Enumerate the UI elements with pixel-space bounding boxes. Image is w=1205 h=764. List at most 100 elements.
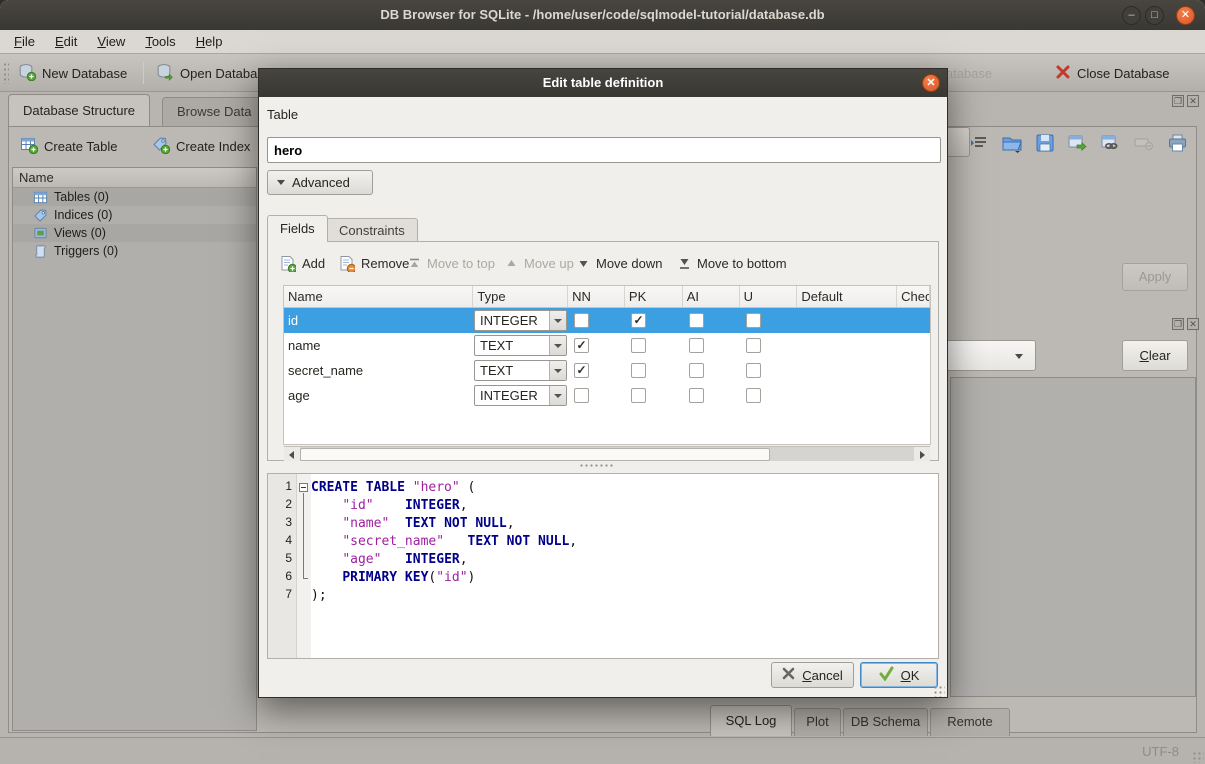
close-database-icon — [1055, 64, 1071, 83]
tab-constraints[interactable]: Constraints — [326, 218, 418, 242]
type-combobox[interactable]: TEXT — [474, 360, 567, 381]
pk-checkbox[interactable]: ✓ — [631, 313, 646, 328]
pk-checkbox[interactable] — [631, 388, 646, 403]
scroll-left-icon[interactable] — [284, 447, 300, 461]
open-database-button[interactable]: Open Database — [152, 59, 275, 87]
window-resize-grip[interactable] — [1191, 750, 1204, 763]
nn-checkbox[interactable] — [574, 313, 589, 328]
minimize-button[interactable]: – — [1122, 6, 1141, 25]
field-row-secret_name[interactable]: secret_nameTEXT✓ — [284, 358, 930, 383]
close-button[interactable]: ✕ — [1176, 6, 1195, 25]
cancel-button[interactable]: Cancel — [771, 662, 854, 688]
new-database-button[interactable]: New Database — [14, 59, 131, 87]
column-header-default[interactable]: Default — [797, 286, 897, 307]
remove-button[interactable]: Remove — [338, 250, 409, 276]
bottom-tab-plot[interactable]: Plot — [794, 708, 841, 736]
column-header-type[interactable]: Type — [473, 286, 568, 307]
sql-preview[interactable]: 1234567 CREATE TABLE "hero" ( "id" INTEG… — [267, 473, 939, 659]
menu-view[interactable]: View — [87, 30, 135, 53]
nn-checkbox[interactable]: ✓ — [574, 363, 589, 378]
column-header-nn[interactable]: NN — [568, 286, 625, 307]
field-row-id[interactable]: id INTEGER ✓ — [284, 308, 930, 333]
dialog-resize-grip[interactable] — [932, 684, 945, 697]
tree-item[interactable]: Indices (0) — [13, 206, 256, 224]
column-header-u[interactable]: U — [740, 286, 798, 307]
move-to-bottom-button[interactable]: Move to bottom — [678, 250, 787, 276]
column-header-name[interactable]: Name — [284, 286, 473, 307]
tab-database-structure[interactable]: Database Structure — [8, 94, 150, 126]
create-table-button[interactable]: Create Table — [14, 131, 123, 161]
menu-edit[interactable]: Edit — [45, 30, 87, 53]
dock-close-icon[interactable]: ✕ — [1187, 95, 1199, 107]
type-combobox[interactable]: INTEGER — [474, 385, 567, 406]
clear-button[interactable]: Clear — [1122, 340, 1188, 371]
column-header-check[interactable]: Check — [897, 286, 930, 307]
close-database-button[interactable]: Close Database — [1051, 59, 1174, 87]
fold-column[interactable] — [297, 474, 311, 658]
table-name-input[interactable] — [267, 137, 941, 163]
nn-checkbox[interactable] — [574, 388, 589, 403]
tab-browse-data[interactable]: Browse Data — [162, 97, 266, 126]
dock-float-icon[interactable]: ❐ — [1172, 95, 1184, 107]
field-row-name[interactable]: nameTEXT✓ — [284, 333, 930, 358]
nn-checkbox[interactable]: ✓ — [574, 338, 589, 353]
move-up-icon — [505, 257, 518, 270]
dialog-close-button[interactable]: ✕ — [922, 74, 940, 92]
dock-close-icon[interactable]: ✕ — [1187, 318, 1199, 330]
schema-tree[interactable]: Name Tables (0)Indices (0)Views (0)Trigg… — [12, 167, 257, 731]
execute-window-icon[interactable] — [1065, 130, 1091, 156]
tree-item[interactable]: Views (0) — [13, 224, 256, 242]
pk-checkbox[interactable] — [631, 338, 646, 353]
splitter-handle[interactable] — [579, 463, 613, 468]
u-checkbox[interactable] — [746, 388, 761, 403]
open-file-icon[interactable] — [999, 130, 1025, 156]
column-header-ai[interactable]: AI — [683, 286, 740, 307]
advanced-button[interactable]: Advanced — [267, 170, 373, 195]
type-combobox[interactable]: INTEGER — [474, 310, 567, 331]
bottom-tab-sql-log[interactable]: SQL Log — [710, 705, 792, 736]
ai-checkbox[interactable] — [689, 338, 704, 353]
column-header-pk[interactable]: PK — [625, 286, 683, 307]
grid-hscrollbar[interactable] — [284, 446, 930, 461]
null-toggle-icon[interactable] — [1131, 130, 1157, 156]
ai-checkbox[interactable] — [689, 363, 704, 378]
dock-float-icon[interactable]: ❐ — [1172, 318, 1184, 330]
scrollbar-thumb[interactable] — [300, 448, 770, 461]
titlebar[interactable]: DB Browser for SQLite - /home/user/code/… — [0, 0, 1205, 30]
dialog-titlebar[interactable]: Edit table definition ✕ — [259, 69, 947, 97]
ai-checkbox[interactable] — [689, 388, 704, 403]
ok-button[interactable]: OK — [860, 662, 938, 688]
cell-editor-area[interactable] — [950, 377, 1196, 697]
field-row-age[interactable]: ageINTEGER — [284, 383, 930, 408]
u-checkbox[interactable] — [746, 338, 761, 353]
print-icon[interactable] — [1164, 130, 1190, 156]
tab-fields[interactable]: Fields — [267, 215, 328, 242]
toolbar-drag-handle[interactable] — [3, 62, 9, 84]
save-file-icon[interactable] — [1032, 130, 1058, 156]
tree-item[interactable]: Triggers (0) — [13, 242, 256, 260]
bottom-tab-db-schema[interactable]: DB Schema — [843, 708, 928, 736]
fold-marker-icon[interactable] — [297, 479, 311, 497]
u-checkbox[interactable] — [746, 313, 761, 328]
bottom-tab-remote[interactable]: Remote — [930, 708, 1010, 736]
link-icon[interactable] — [1098, 130, 1124, 156]
move-down-button[interactable]: Move down — [577, 250, 662, 276]
scroll-right-icon[interactable] — [914, 447, 930, 461]
create-index-button[interactable]: Create Index — [146, 131, 256, 161]
menu-tools[interactable]: Tools — [135, 30, 185, 53]
field-name: id — [288, 308, 298, 333]
add-button[interactable]: Add — [279, 250, 325, 276]
fields-grid[interactable]: NameTypeNNPKAIUDefaultCheck idINTEGER✓na… — [283, 285, 931, 445]
maximize-button[interactable]: □ — [1145, 6, 1164, 25]
menu-file[interactable]: File — [4, 30, 45, 53]
format-sql-icon[interactable] — [966, 130, 992, 156]
pk-checkbox[interactable] — [631, 363, 646, 378]
type-combobox[interactable]: TEXT — [474, 335, 567, 356]
ai-checkbox[interactable] — [689, 313, 704, 328]
chevron-down-icon — [277, 180, 285, 185]
tree-item[interactable]: Tables (0) — [13, 188, 256, 206]
fold-guide — [297, 497, 311, 515]
u-checkbox[interactable] — [746, 363, 761, 378]
menu-help[interactable]: Help — [186, 30, 233, 53]
line-number: 1 — [268, 479, 296, 497]
